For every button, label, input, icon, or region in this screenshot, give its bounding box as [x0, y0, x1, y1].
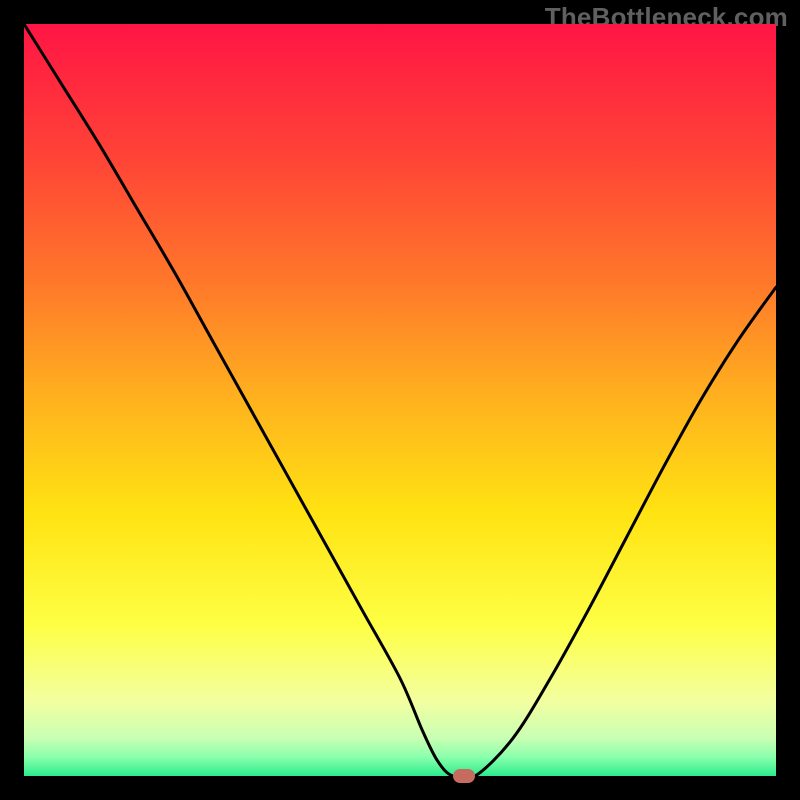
- chart-frame: TheBottleneck.com: [0, 0, 800, 800]
- optimum-marker: [453, 769, 475, 783]
- chart-svg: [24, 24, 776, 776]
- chart-background: [24, 24, 776, 776]
- plot-area: [24, 24, 776, 776]
